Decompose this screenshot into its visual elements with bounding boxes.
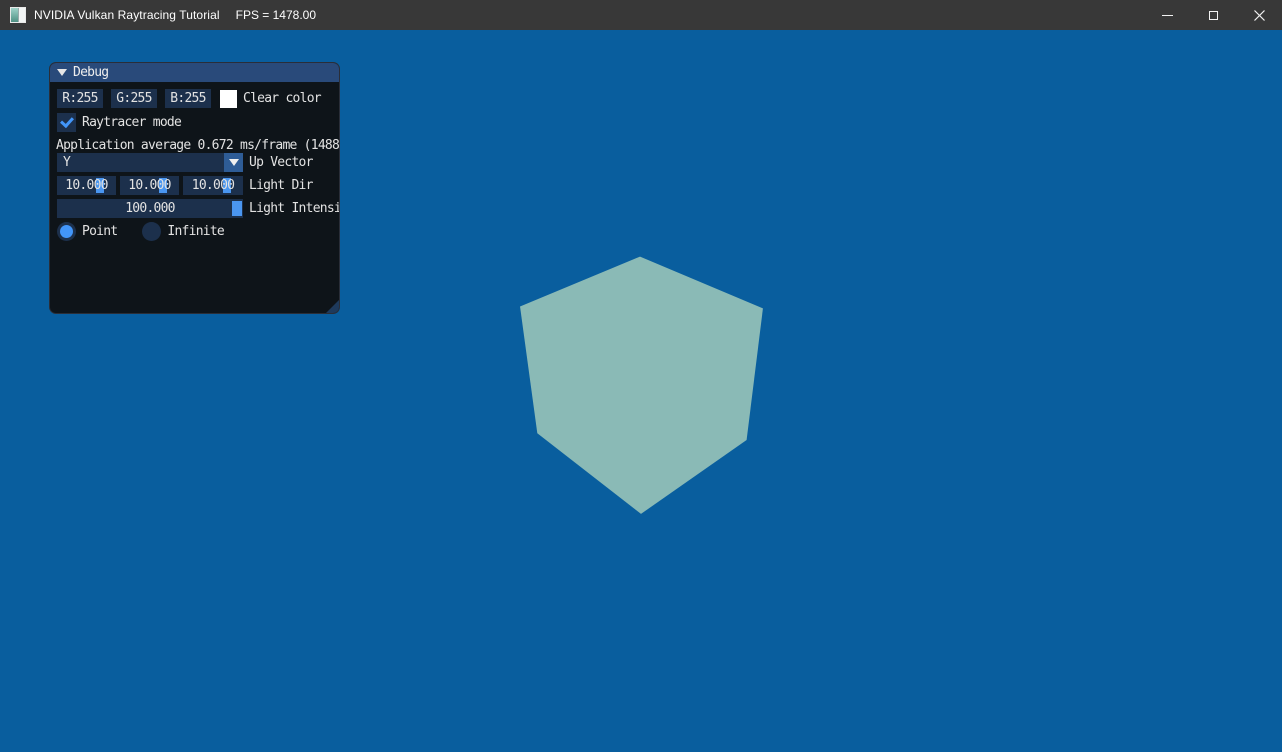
- light-intensity-label: Light Intensity: [249, 201, 339, 216]
- up-vector-dropdown-button[interactable]: [224, 153, 243, 172]
- chevron-down-icon: [229, 159, 239, 166]
- light-dir-label: Light Dir: [249, 178, 313, 193]
- light-dir-x-slider[interactable]: 10.000: [57, 176, 116, 195]
- raytracer-mode-checkbox[interactable]: [57, 113, 76, 132]
- light-intensity-slider[interactable]: 100.000: [57, 199, 243, 218]
- blue-channel-button[interactable]: B:255: [165, 89, 211, 108]
- collapse-arrow-icon[interactable]: [57, 69, 67, 76]
- red-channel-button[interactable]: R:255: [57, 89, 103, 108]
- up-vector-label: Up Vector: [249, 155, 313, 170]
- resize-grip[interactable]: [326, 300, 339, 313]
- light-dir-z-value: 10.000: [192, 178, 234, 193]
- up-vector-value: Y: [57, 155, 70, 170]
- app-window: NVIDIA Vulkan Raytracing Tutorial FPS = …: [0, 0, 1282, 752]
- light-type-row: Point Infinite: [50, 222, 339, 241]
- light-dir-row: 10.000 10.000 10.000 Light Dir: [50, 176, 339, 195]
- light-dir-y-value: 10.000: [128, 178, 170, 193]
- radio-infinite[interactable]: [142, 222, 161, 241]
- debug-panel-title: Debug: [73, 65, 108, 80]
- debug-panel-header[interactable]: Debug: [50, 63, 339, 82]
- raytracer-mode-row: Raytracer mode: [50, 113, 339, 132]
- red-channel-value: R:255: [62, 91, 97, 106]
- perf-stats-value: Application average 0.672 ms/frame (1488: [56, 138, 339, 153]
- fps-counter: FPS = 1478.00: [236, 8, 316, 22]
- light-dir-z-slider[interactable]: 10.000: [183, 176, 243, 195]
- app-icon: [10, 7, 26, 23]
- minimize-icon: [1162, 15, 1173, 16]
- window-controls: [1144, 0, 1282, 30]
- up-vector-row: Y Up Vector: [50, 153, 339, 172]
- light-dir-y-slider[interactable]: 10.000: [120, 176, 179, 195]
- light-intensity-value: 100.000: [125, 201, 175, 216]
- radio-point[interactable]: [57, 222, 76, 241]
- clear-color-label: Clear color: [243, 91, 321, 106]
- check-icon: [60, 114, 74, 128]
- blue-channel-value: B:255: [170, 91, 205, 106]
- window-title: NVIDIA Vulkan Raytracing Tutorial: [34, 8, 220, 22]
- clear-color-swatch[interactable]: [220, 90, 237, 108]
- green-channel-value: G:255: [116, 91, 151, 106]
- radio-infinite-label[interactable]: Infinite: [167, 224, 224, 239]
- maximize-button[interactable]: [1190, 0, 1236, 30]
- os-titlebar[interactable]: NVIDIA Vulkan Raytracing Tutorial FPS = …: [0, 0, 1282, 30]
- slider-grab[interactable]: [232, 201, 242, 216]
- cube-mesh: [520, 257, 763, 514]
- radio-point-label[interactable]: Point: [82, 224, 117, 239]
- clear-color-row: R:255 G:255 B:255 Clear color: [50, 89, 339, 108]
- raytracer-mode-label[interactable]: Raytracer mode: [82, 115, 181, 130]
- debug-panel: Debug R:255 G:255 B:255 Clear color Rayt…: [49, 62, 340, 314]
- minimize-button[interactable]: [1144, 0, 1190, 30]
- radio-selected-dot: [60, 225, 73, 238]
- light-intensity-row: 100.000 Light Intensity: [50, 199, 339, 218]
- up-vector-combo[interactable]: Y: [57, 153, 243, 172]
- close-button[interactable]: [1236, 0, 1282, 30]
- light-dir-x-value: 10.000: [65, 178, 107, 193]
- maximize-icon: [1209, 11, 1218, 20]
- close-icon: [1254, 10, 1265, 21]
- green-channel-button[interactable]: G:255: [111, 89, 157, 108]
